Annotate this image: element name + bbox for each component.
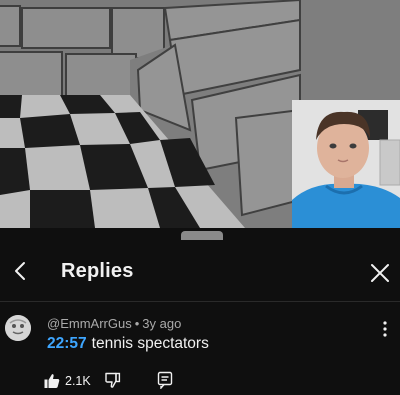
close-icon[interactable] bbox=[369, 262, 391, 284]
chevron-left-icon[interactable] bbox=[10, 260, 32, 282]
meta-separator: • bbox=[134, 316, 140, 331]
comment-author[interactable]: @EmmArrGus bbox=[47, 316, 132, 331]
panel-header: Replies bbox=[0, 240, 400, 302]
like-button[interactable]: 2.1K bbox=[44, 370, 91, 392]
video-player[interactable] bbox=[0, 0, 400, 228]
avatar-face-icon bbox=[5, 315, 31, 341]
panel-title: Replies bbox=[61, 260, 134, 282]
facecam-overlay bbox=[292, 100, 400, 228]
thumbs-down-icon[interactable] bbox=[104, 371, 122, 389]
app-screen: Replies @EmmArrGus • 3y ago 22:57 tennis sp bbox=[0, 0, 400, 395]
comment-text: tennis spectators bbox=[91, 335, 209, 352]
avatar[interactable] bbox=[5, 315, 31, 341]
more-vertical-icon[interactable] bbox=[378, 320, 392, 338]
comment-age: 3y ago bbox=[142, 316, 182, 331]
like-count: 2.1K bbox=[65, 374, 91, 388]
comment-body: 22:57 tennis spectators bbox=[47, 335, 209, 353]
comment-actions: 2.1K bbox=[0, 370, 400, 394]
thumbs-up-icon bbox=[44, 374, 60, 388]
comment-item: @EmmArrGus • 3y ago 22:57 tennis spectators… bbox=[0, 310, 400, 395]
replies-panel: Replies @EmmArrGus • 3y ago 22:57 tennis sp bbox=[0, 240, 400, 395]
reply-icon[interactable] bbox=[157, 371, 173, 389]
timestamp-link[interactable]: 22:57 bbox=[47, 335, 87, 352]
comment-meta: @EmmArrGus • 3y ago bbox=[47, 316, 181, 331]
